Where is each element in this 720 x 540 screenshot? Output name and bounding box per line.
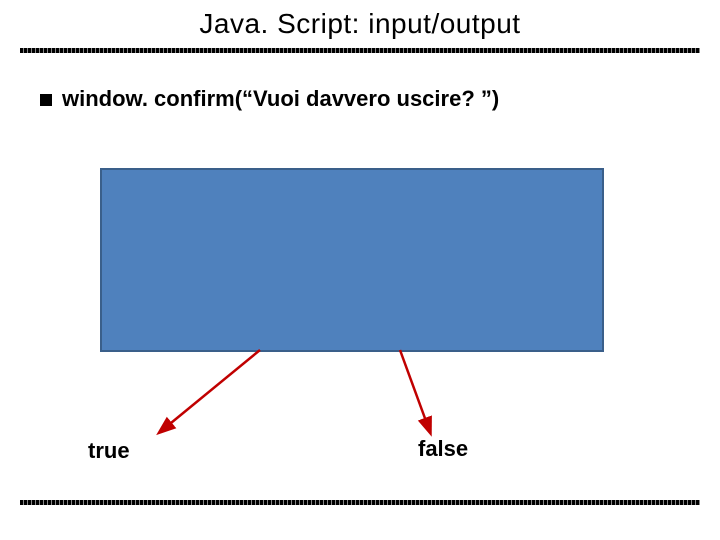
slide: Java. Script: input/output window. confi… (0, 0, 720, 540)
divider-bottom (20, 500, 700, 505)
label-true: true (88, 438, 130, 464)
label-false: false (418, 436, 468, 462)
